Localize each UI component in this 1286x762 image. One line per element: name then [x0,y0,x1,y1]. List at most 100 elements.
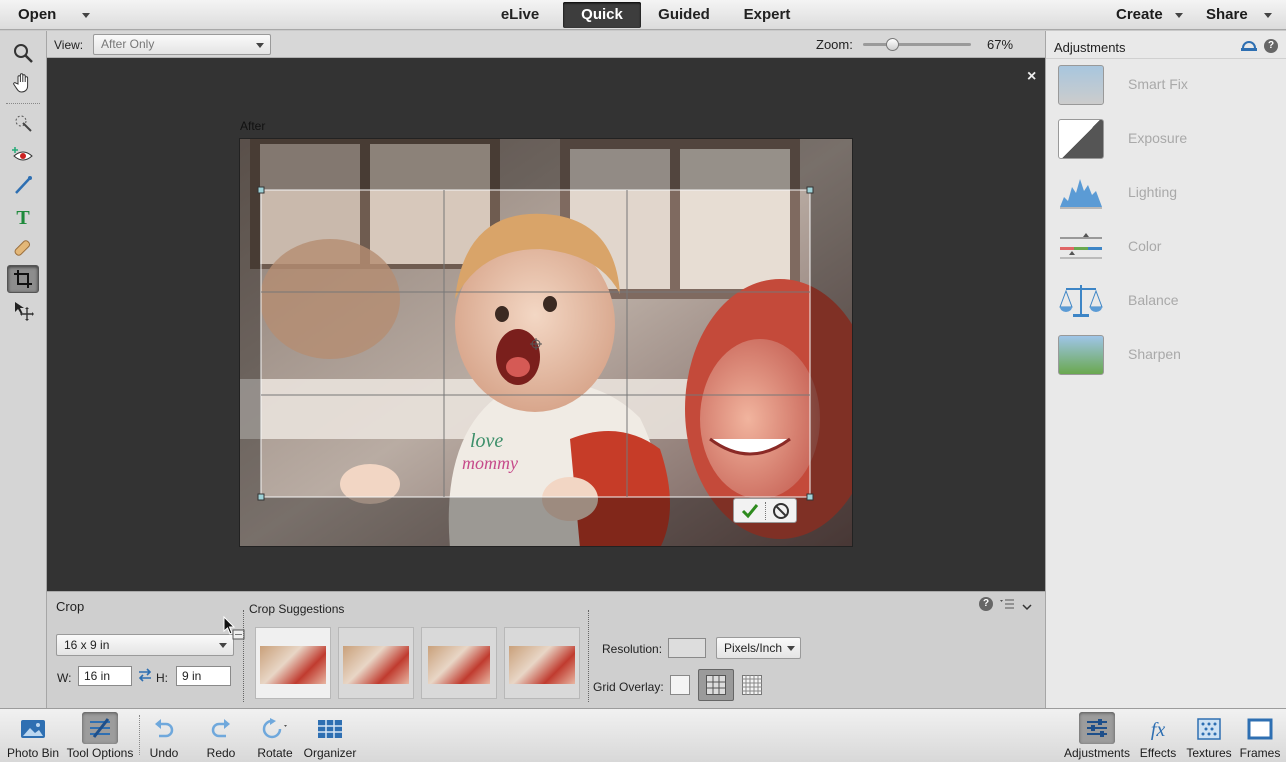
move-tool-icon[interactable] [7,297,39,325]
help-icon[interactable]: ? [979,597,993,611]
red-eye-tool-icon[interactable] [7,141,39,169]
tab-guided[interactable]: Guided [648,2,720,28]
zoom-tool-icon[interactable] [7,39,39,67]
top-menu-bar: Open eLive Quick Guided Expert Create Sh… [0,0,1286,30]
tool-options-icon [82,712,118,744]
effects-label: Effects [1139,746,1177,760]
grid-overlay-fine-button[interactable] [742,675,762,695]
zoom-slider[interactable] [863,38,971,51]
bottom-task-bar: Photo Bin Tool Options Undo Redo Rotate … [0,708,1286,762]
open-dropdown-icon[interactable] [82,13,90,18]
open-menu[interactable]: Open [18,6,56,23]
photo-bin-button[interactable]: Photo Bin [4,709,62,762]
width-field[interactable]: 16 in [78,666,132,686]
adjustment-lighting[interactable]: Lighting [1058,173,1278,213]
tab-quick[interactable]: Quick [563,2,641,28]
tab-elive[interactable]: eLive [486,2,554,28]
commit-crop-check-icon[interactable] [736,500,764,522]
adjustments-button[interactable]: Adjustments [1062,709,1132,762]
reset-panel-icon[interactable] [1240,39,1258,55]
share-menu[interactable]: Share [1206,6,1248,23]
exposure-icon [1058,119,1104,159]
photo-bin-icon [18,715,48,743]
cancel-crop-icon[interactable] [767,500,795,522]
organizer-label: Organizer [303,746,357,760]
grid-overlay-none-button[interactable] [670,675,690,695]
zoom-slider-handle[interactable] [886,38,900,51]
frames-button[interactable]: Frames [1238,709,1282,762]
grid-overlay-thirds-button[interactable] [698,669,734,701]
whiten-teeth-brush-icon[interactable] [7,171,39,199]
adjustments-title: Adjustments [1054,40,1126,55]
height-field[interactable]: 9 in [176,666,231,686]
resolution-label: Resolution: [602,642,663,656]
undo-label: Undo [149,746,179,760]
sharpen-icon [1058,335,1104,375]
view-select[interactable]: After Only [93,34,271,55]
adjustment-smart-fix[interactable]: Smart Fix [1058,65,1278,105]
crop-suggestion-2[interactable] [338,627,414,699]
rotate-label: Rotate [257,746,293,760]
adjustment-sharpen[interactable]: Sharpen [1058,335,1278,375]
create-dropdown-icon[interactable] [1175,13,1183,18]
balance-scale-icon [1058,281,1104,321]
smart-fix-icon [1058,65,1104,105]
sharpen-label: Sharpen [1128,346,1181,362]
crop-options-title: Crop [56,599,85,614]
exposure-label: Exposure [1128,130,1188,146]
photo-bin-label: Photo Bin [6,746,60,760]
view-options-bar: View: After Only Zoom: 67% [47,31,1045,58]
lighting-histogram-icon [1058,173,1104,213]
adjustments-panel: Adjustments ? Smart Fix Exposure Lightin… [1045,31,1286,708]
collapse-chevron-icon[interactable] [1022,600,1032,614]
hand-tool-icon[interactable] [7,69,39,97]
quick-selection-tool-icon[interactable] [7,109,39,137]
zoom-value: 67% [987,37,1014,52]
swap-dimensions-icon[interactable] [137,668,153,685]
effects-fx-icon: fx [1143,715,1173,743]
adjustments-sliders-icon [1079,712,1115,744]
frames-icon [1245,715,1275,743]
spot-healing-tool-icon[interactable] [7,234,39,262]
tab-expert[interactable]: Expert [730,2,804,28]
close-icon[interactable]: × [1027,68,1036,86]
organizer-button[interactable]: Organizer [302,709,358,762]
color-label: Color [1128,238,1162,254]
effects-button[interactable]: fx Effects [1137,709,1179,762]
adjustment-color[interactable]: Color [1058,227,1278,267]
textures-button[interactable]: Textures [1183,709,1235,762]
panel-menu-icon[interactable] [999,598,1015,610]
type-tool-icon[interactable]: T [7,203,39,231]
view-label: View: [54,38,84,52]
crop-suggestion-1[interactable] [255,627,331,699]
svg-text:mommy: mommy [462,453,518,473]
crop-suggestion-4[interactable] [504,627,580,699]
grid-overlay-label: Grid Overlay: [593,680,664,694]
undo-button[interactable]: Undo [142,709,186,762]
width-label: W: [57,671,72,685]
adjustment-exposure[interactable]: Exposure [1058,119,1278,159]
frames-label: Frames [1239,746,1281,760]
rotate-button[interactable]: Rotate [253,709,297,762]
adjustment-balance[interactable]: Balance [1058,281,1278,321]
zoom-label: Zoom: [816,37,853,52]
share-dropdown-icon[interactable] [1264,13,1272,18]
resolution-field[interactable] [668,638,706,658]
view-select-chevron-icon [256,43,264,48]
resolution-unit-select[interactable]: Pixels/Inch [716,637,801,659]
redo-button[interactable]: Redo [199,709,243,762]
create-menu[interactable]: Create [1116,6,1163,23]
crop-preset-select[interactable]: 16 x 9 in [56,634,234,656]
textures-label: Textures [1186,746,1232,760]
help-icon[interactable]: ? [1264,39,1278,53]
crop-tool-icon[interactable] [7,265,39,293]
textures-icon [1194,715,1224,743]
photo-image[interactable]: love mommy [239,138,853,547]
tool-options-button[interactable]: Tool Options [64,709,136,762]
redo-icon [206,715,236,743]
crop-preset-chevron-icon [219,643,227,648]
photo-canvas: After × love mommy [47,58,1045,591]
svg-text:T: T [16,207,30,228]
color-sliders-icon [1058,227,1104,267]
crop-suggestion-3[interactable] [421,627,497,699]
